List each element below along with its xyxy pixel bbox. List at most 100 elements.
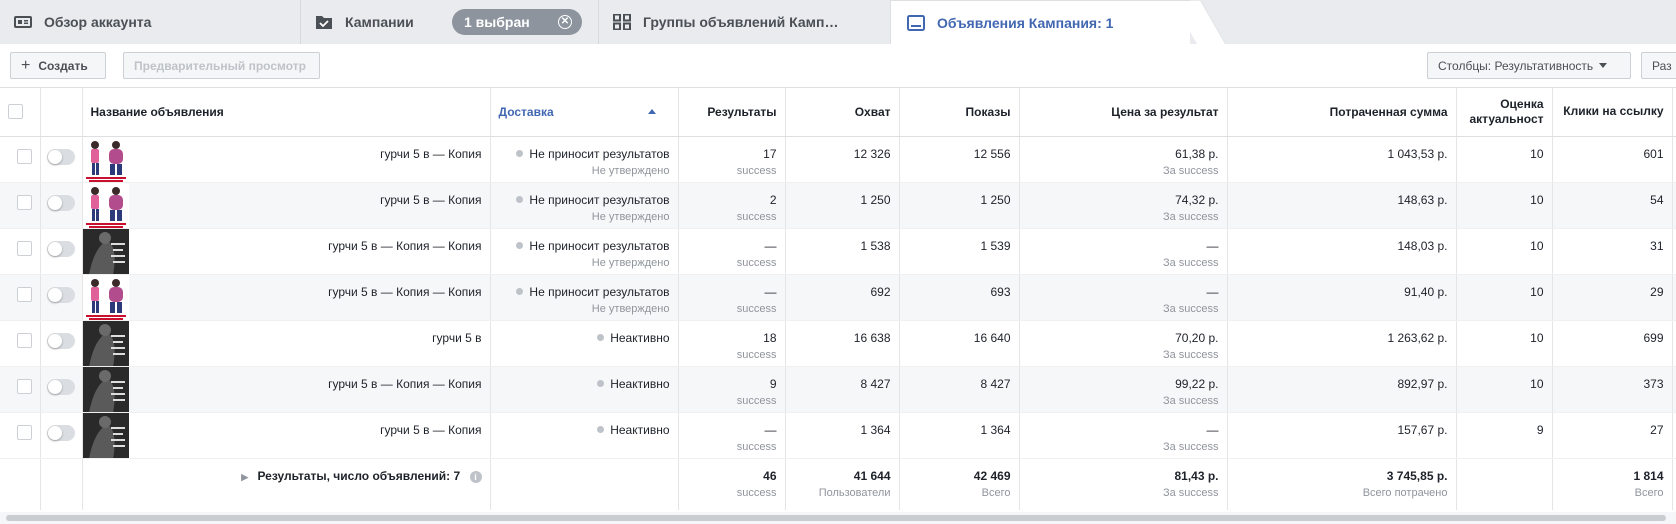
results-cell: 2 success (678, 182, 786, 229)
ad-name-cell[interactable]: гурчи 5 в (82, 320, 491, 367)
ad-toggle[interactable] (46, 194, 75, 211)
cpr-value: 99,22 р. (1175, 376, 1219, 391)
select-all-checkbox[interactable] (8, 103, 23, 119)
relevance-cell: 10 (1456, 182, 1553, 229)
col-impressions[interactable]: Показы (899, 88, 1020, 137)
row-checkbox[interactable] (16, 332, 32, 348)
col-results[interactable]: Результаты (678, 88, 786, 137)
cpr-value: — (1206, 284, 1219, 299)
expand-triangle-icon[interactable]: ▶ (241, 472, 248, 482)
col-reach[interactable]: Охват (785, 88, 900, 137)
impressions-cell: 16 640 (899, 320, 1020, 367)
results-cell: — success (678, 274, 786, 321)
table-row[interactable]: гурчи 5 в — Копия Неактивно — success 1 364 1… (0, 412, 1676, 459)
ad-name[interactable]: гурчи 5 в (432, 331, 481, 345)
ad-name[interactable]: гурчи 5 в — Копия (380, 147, 481, 161)
ad-toggle[interactable] (46, 424, 75, 441)
col-delivery[interactable]: Доставка (490, 88, 679, 137)
table-row[interactable]: гурчи 5 в — Копия Не приносит результатов… (0, 136, 1676, 183)
selected-count-pill[interactable]: 1 выбран ✕ (452, 9, 582, 35)
create-button[interactable]: + Создать (10, 52, 106, 79)
tab-ads[interactable]: Объявления Кампания: 1 (890, 0, 1190, 44)
cpr-sub: За success (1162, 256, 1219, 269)
row-checkbox[interactable] (16, 378, 32, 394)
ad-name-cell[interactable]: гурчи 5 в — Копия — Копия (82, 366, 491, 413)
ad-name-cell[interactable]: гурчи 5 в — Копия (82, 412, 491, 459)
spent-cell: 1 043,53 р. (1227, 136, 1457, 183)
totals-row: ▶ Результаты, число объявлений: 7 i 46 su… (0, 457, 1676, 510)
delivery-cell: Не приносит результатов Не утверждено (490, 136, 679, 183)
results-cell: 18 success (678, 320, 786, 367)
toolbar: + Создать Предварительный просмотр Столб… (0, 44, 1676, 88)
ad-name-cell[interactable]: гурчи 5 в — Копия — Копия (82, 274, 491, 321)
columns-dropdown[interactable]: Столбцы: Результативность (1427, 52, 1631, 79)
col-relevance[interactable]: Оценка актуальност (1456, 88, 1553, 137)
breakdown-dropdown[interactable]: Раз (1641, 52, 1676, 79)
overflow-cell (1672, 320, 1676, 367)
preview-label: Предварительный просмотр (134, 58, 306, 73)
row-checkbox[interactable] (16, 148, 32, 164)
results-sub: success (736, 302, 777, 315)
ad-thumbnail (82, 182, 129, 227)
impressions-cell: 693 (899, 274, 1020, 321)
ad-name[interactable]: гурчи 5 в — Копия — Копия (328, 377, 481, 391)
scrollbar-thumb[interactable] (6, 515, 1666, 521)
ad-toggle[interactable] (46, 240, 75, 257)
ad-name-cell[interactable]: гурчи 5 в — Копия (82, 182, 491, 229)
spent-cell: 148,63 р. (1227, 182, 1457, 229)
col-cost-per-result[interactable]: Цена за результат (1019, 88, 1228, 137)
status-dot-icon (597, 333, 605, 341)
overflow-cell (1672, 136, 1676, 183)
row-toggle-cell (40, 320, 83, 367)
table-row[interactable]: гурчи 5 в — Копия — Копия Не приносит рез… (0, 228, 1676, 275)
col-name[interactable]: Название объявления (82, 88, 491, 137)
table-row[interactable]: гурчи 5 в — Копия — Копия Не приносит рез… (0, 274, 1676, 321)
clear-selection-icon[interactable]: ✕ (558, 15, 572, 29)
row-checkbox[interactable] (16, 240, 32, 256)
ad-toggle[interactable] (46, 148, 75, 165)
header-row: Название объявления Доставка Результаты … (0, 88, 1676, 137)
ad-toggle[interactable] (46, 286, 75, 303)
ad-name[interactable]: гурчи 5 в — Копия (380, 423, 481, 437)
results-cell: — success (678, 228, 786, 275)
impressions-cell: 1 250 (899, 182, 1020, 229)
row-toggle-cell (40, 366, 83, 413)
ad-name[interactable]: гурчи 5 в — Копия — Копия (328, 285, 481, 299)
horizontal-scrollbar[interactable] (0, 512, 1676, 524)
ad-name[interactable]: гурчи 5 в — Копия — Копия (328, 239, 481, 253)
results-sub: success (736, 164, 777, 177)
table-row[interactable]: гурчи 5 в — Копия Не приносит результатов… (0, 182, 1676, 229)
impressions-cell: 12 556 (899, 136, 1020, 183)
row-checkbox[interactable] (16, 424, 32, 440)
overflow-cell (1672, 412, 1676, 459)
ad-name-cell[interactable]: гурчи 5 в — Копия (82, 136, 491, 183)
tab-account-overview[interactable]: Обзор аккаунта (0, 0, 300, 44)
col-amount-spent[interactable]: Потраченная сумма (1227, 88, 1457, 137)
delivery-sub: Не утверждено (591, 164, 670, 177)
ad-toggle[interactable] (46, 332, 75, 349)
totals-delivery (490, 457, 679, 510)
cpr-cell: — За success (1019, 274, 1228, 321)
info-icon[interactable]: i (469, 470, 482, 483)
cpr-cell: — За success (1019, 412, 1228, 459)
tab-adsets[interactable]: Группы объявлений Камп… (598, 0, 890, 44)
row-checkbox[interactable] (16, 286, 32, 302)
ad-toggle[interactable] (46, 378, 75, 395)
preview-button[interactable]: Предварительный просмотр (123, 52, 320, 79)
table-row[interactable]: гурчи 5 в Неактивно 18 success 16 638 16 640 7… (0, 320, 1676, 367)
ad-name-cell[interactable]: гурчи 5 в — Копия — Копия (82, 228, 491, 275)
totals-impressions-sub: Всего (981, 486, 1011, 499)
col-link-clicks[interactable]: Клики на ссылку (1552, 88, 1673, 137)
cpr-sub: За success (1162, 302, 1219, 315)
relevance-cell: 10 (1456, 228, 1553, 275)
ad-icon (907, 14, 925, 31)
table-row[interactable]: гурчи 5 в — Копия — Копия Неактивно 9 succe… (0, 366, 1676, 413)
cpr-sub: За success (1162, 164, 1219, 177)
row-checkbox[interactable] (16, 194, 32, 210)
ad-name[interactable]: гурчи 5 в — Копия (380, 193, 481, 207)
select-all-cell (0, 88, 41, 137)
reach-cell: 692 (785, 274, 900, 321)
totals-label-cell: ▶ Результаты, число объявлений: 7 i (82, 457, 491, 510)
results-value: — (764, 238, 777, 253)
ads-table: Название объявления Доставка Результаты … (0, 88, 1676, 510)
